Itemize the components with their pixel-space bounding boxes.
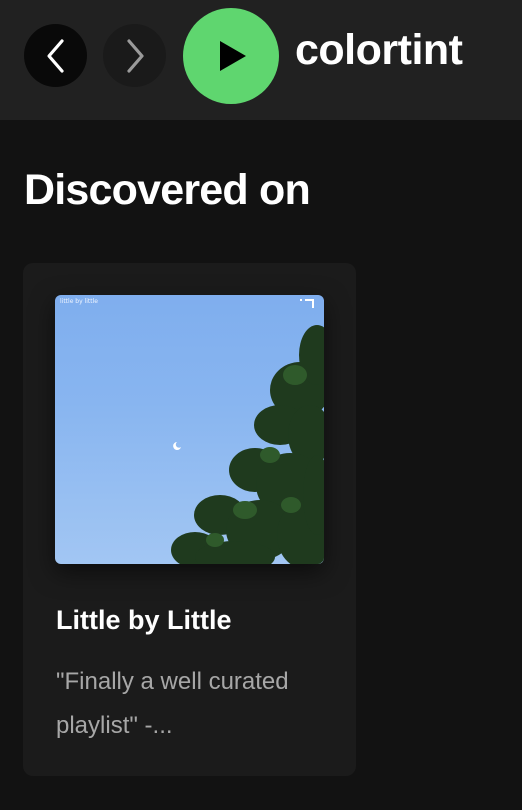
- tree-illustration: [171, 299, 324, 564]
- forward-button[interactable]: [103, 24, 166, 87]
- artist-name: colortint: [295, 26, 463, 74]
- section-title: Discovered on: [24, 166, 311, 214]
- playlist-cover-image: little by little: [55, 295, 324, 564]
- playlist-description: "Finally a well curated playlist" -...: [56, 668, 289, 739]
- cover-caption: little by little: [60, 298, 98, 305]
- playlist-card[interactable]: little by little Little by Little "Final…: [23, 263, 356, 776]
- playlist-title[interactable]: Little by Little: [56, 605, 232, 636]
- chevron-right-icon: [126, 38, 144, 73]
- top-bar: colortint: [0, 0, 522, 120]
- play-icon: [220, 41, 246, 71]
- play-button[interactable]: [183, 8, 279, 104]
- back-button[interactable]: [24, 24, 87, 87]
- chevron-left-icon: [46, 38, 64, 73]
